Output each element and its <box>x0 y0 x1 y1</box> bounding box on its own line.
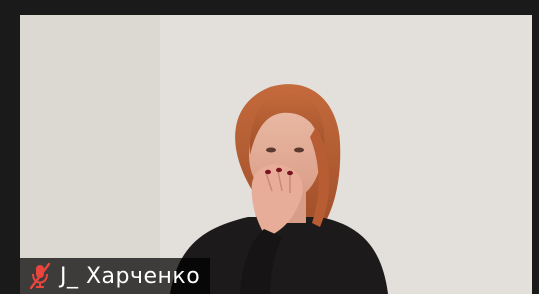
participant-name-tag: J_ Харченко <box>20 258 211 294</box>
participant-video-tile[interactable] <box>20 15 532 294</box>
video-call-window: J_ Харченко <box>0 0 539 294</box>
microphone-muted-icon <box>29 262 51 290</box>
participant-name-label: J_ Харченко <box>60 263 201 289</box>
participant-video-feed <box>20 15 532 294</box>
